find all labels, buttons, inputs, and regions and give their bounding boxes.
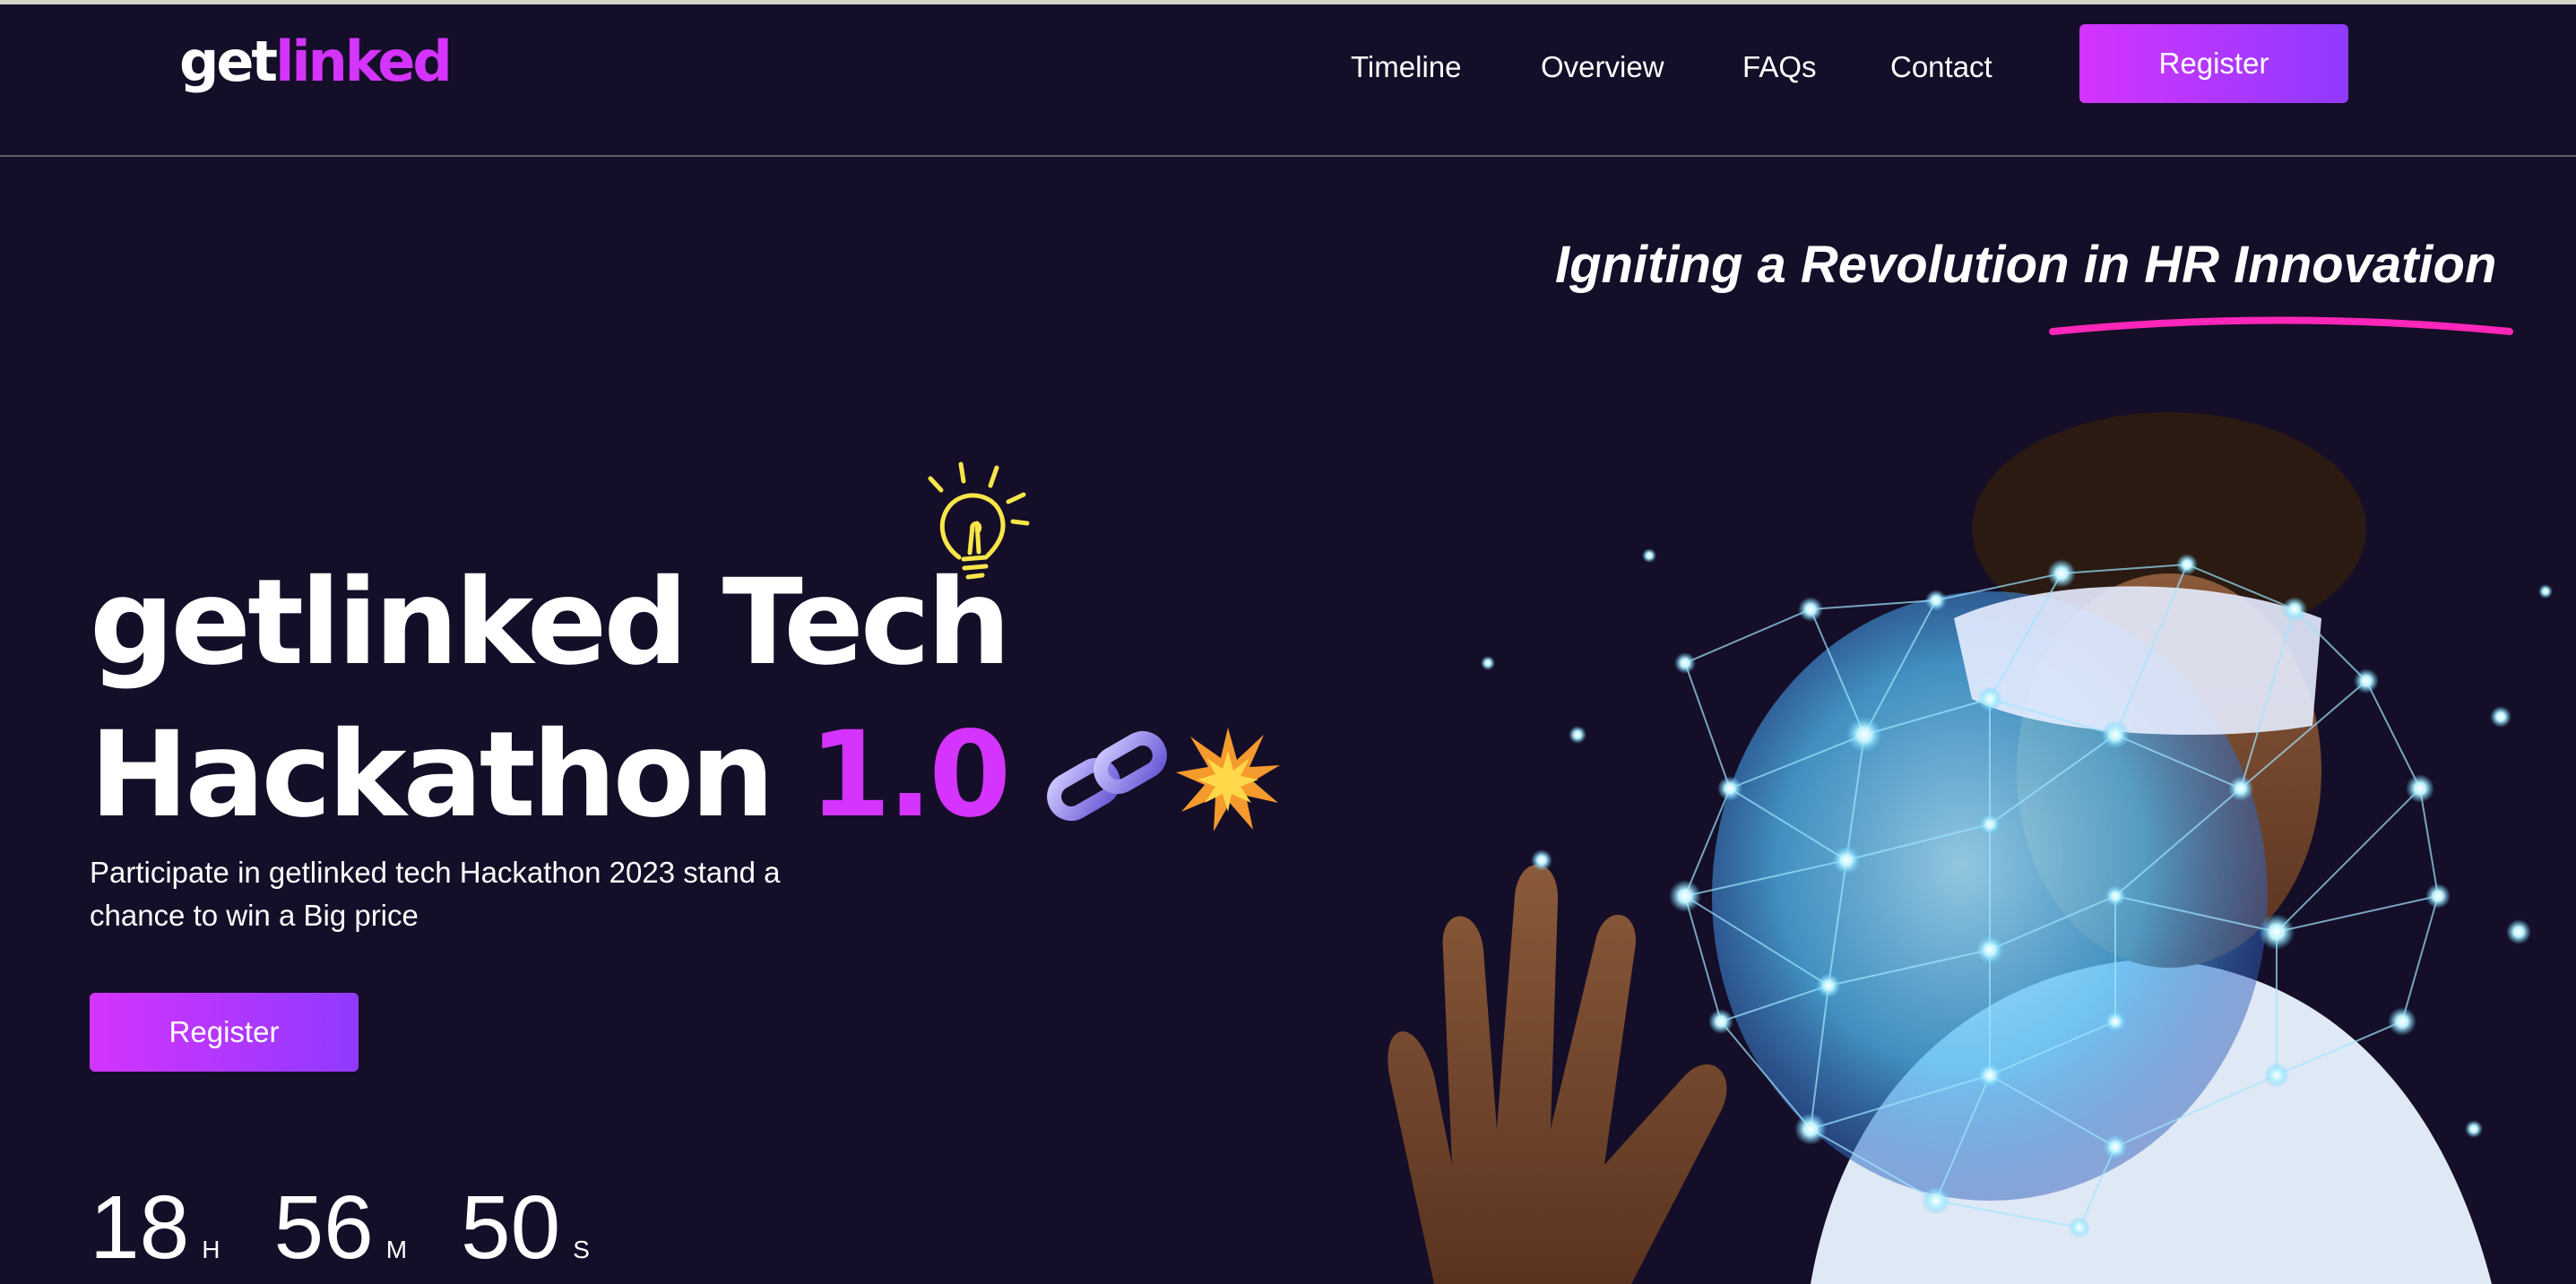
countdown-timer: 18 H 56 M 50 S [90,1174,644,1281]
countdown-hours-unit: H [202,1236,220,1263]
link-chain-icon [1047,731,1167,821]
header-register-button[interactable]: Register [2079,24,2348,103]
hero-title-line1: getlinked Tech [90,554,1011,692]
hero-vr-person-image [1387,412,2553,1284]
countdown-seconds-unit: S [573,1236,590,1263]
nav-contact[interactable]: Contact [1890,44,1993,90]
nav-faqs[interactable]: FAQs [1742,44,1817,90]
getlinked-logo[interactable]: getlinked [179,26,453,98]
hero-tagline: Igniting a Revolution in HR Innovation [1555,236,2497,294]
countdown-hours: 18 [90,1177,190,1278]
countdown-seconds: 50 [461,1177,561,1278]
hero-register-button[interactable]: Register [90,993,359,1072]
tagline-underline [2049,316,2513,335]
hero-title-hackathon: Hackathon [90,706,774,844]
countdown-minutes: 56 [273,1177,374,1278]
hero-title-line2: Hackathon 1.0 [90,706,1011,844]
hero-description: Participate in getlinked tech Hackathon … [90,856,781,932]
hero-title-version: 1.0 [808,706,1011,844]
nav-overview[interactable]: Overview [1541,44,1664,90]
countdown-minutes-unit: M [385,1236,408,1263]
nav-timeline[interactable]: Timeline [1351,44,1461,90]
explosion-icon [1176,728,1280,832]
landing-page: getlinked Timeline Overview FAQs Contact… [0,0,2576,1284]
site-header: getlinked Timeline Overview FAQs Contact… [0,4,2576,157]
